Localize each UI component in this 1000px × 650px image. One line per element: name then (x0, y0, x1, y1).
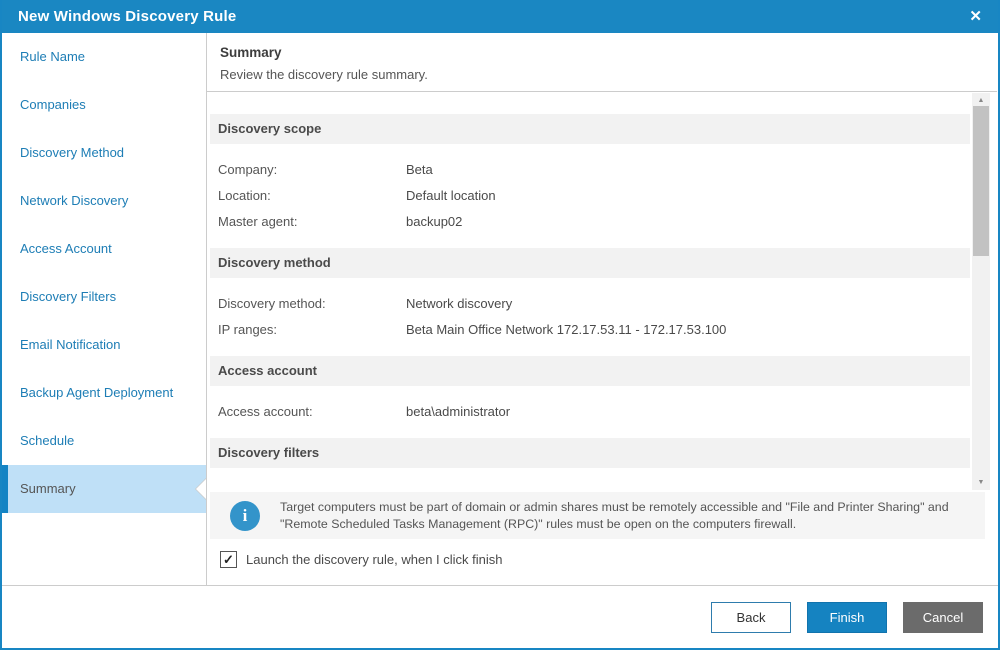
sidebar-item-access-account[interactable]: Access Account (2, 225, 206, 273)
sidebar-item-email-notification[interactable]: Email Notification (2, 321, 206, 369)
row-value: beta\administrator (406, 404, 511, 419)
info-note-text: Target computers must be part of domain … (280, 499, 949, 531)
summary-row: Master agent: backup02 (207, 209, 997, 235)
firewall-info-note: i Target computers must be part of domai… (210, 492, 985, 539)
sidebar-item-label: Summary (20, 481, 76, 496)
row-label: Access account: (218, 404, 313, 419)
step-header: Summary Review the discovery rule summar… (207, 33, 997, 92)
sidebar-item-summary[interactable]: Summary (2, 465, 206, 513)
row-label: Discovery method: (218, 296, 326, 311)
launch-rule-checkbox[interactable]: ✓ (220, 551, 237, 568)
wizard-steps-sidebar: Rule Name Companies Discovery Method Net… (2, 33, 207, 585)
row-label: IP ranges: (218, 322, 278, 337)
section-header-discovery-method: Discovery method (210, 248, 970, 278)
info-icon: i (230, 500, 260, 531)
summary-row: Discovery method: Network discovery (207, 291, 997, 317)
row-value: backup02 (406, 214, 463, 229)
page-title: Summary (220, 45, 282, 60)
page-subtitle: Review the discovery rule summary. (220, 67, 428, 82)
footer-bar: Back Finish Cancel (2, 585, 998, 648)
dialog-title: New Windows Discovery Rule (18, 8, 237, 25)
vertical-scrollbar[interactable]: ▲ ▼ (972, 93, 990, 490)
row-value: Beta (406, 162, 433, 177)
new-windows-discovery-rule-dialog: New Windows Discovery Rule ✕ Rule Name C… (0, 0, 1000, 650)
sidebar-item-companies[interactable]: Companies (2, 81, 206, 129)
section-header-discovery-filters: Discovery filters (210, 438, 970, 468)
summary-row: IP ranges: Beta Main Office Network 172.… (207, 317, 997, 343)
title-bar: New Windows Discovery Rule ✕ (2, 0, 998, 33)
launch-rule-checkbox-row[interactable]: ✓ Launch the discovery rule, when I clic… (220, 551, 503, 568)
section-rows: Company: Beta Location: Default location… (207, 157, 997, 235)
scroll-down-icon[interactable]: ▼ (972, 475, 990, 490)
section-rows: Access account: beta\administrator (207, 399, 997, 425)
sidebar-item-schedule[interactable]: Schedule (2, 417, 206, 465)
finish-button[interactable]: Finish (807, 602, 887, 633)
cancel-button[interactable]: Cancel (903, 602, 983, 633)
section-header-access-account: Access account (210, 356, 970, 386)
sidebar-item-rule-name[interactable]: Rule Name (2, 33, 206, 81)
dialog-body: Rule Name Companies Discovery Method Net… (2, 33, 998, 585)
summary-row: Location: Default location (207, 183, 997, 209)
sidebar-item-discovery-method[interactable]: Discovery Method (2, 129, 206, 177)
content-pane: Summary Review the discovery rule summar… (207, 33, 997, 585)
row-label: Location: (218, 188, 271, 203)
sidebar-item-network-discovery[interactable]: Network Discovery (2, 177, 206, 225)
selected-notch (196, 479, 206, 499)
row-value: Network discovery (406, 296, 513, 311)
scrollbar-thumb[interactable] (973, 106, 989, 256)
row-label: Master agent: (218, 214, 298, 229)
row-label: Company: (218, 162, 278, 177)
back-button[interactable]: Back (711, 602, 791, 633)
row-value: Beta Main Office Network 172.17.53.11 - … (406, 322, 727, 337)
sidebar-item-discovery-filters[interactable]: Discovery Filters (2, 273, 206, 321)
summary-scroll-area: Discovery scope Company: Beta Location: … (207, 92, 997, 490)
sidebar-item-backup-agent-deployment[interactable]: Backup Agent Deployment (2, 369, 206, 417)
close-icon[interactable]: ✕ (969, 9, 998, 24)
row-value: Default location (406, 188, 496, 203)
summary-row: Access account: beta\administrator (207, 399, 997, 425)
section-rows: Discovery method: Network discovery IP r… (207, 291, 997, 343)
summary-row: Company: Beta (207, 157, 997, 183)
launch-rule-checkbox-label[interactable]: Launch the discovery rule, when I click … (246, 552, 503, 567)
section-header-discovery-scope: Discovery scope (210, 114, 970, 144)
